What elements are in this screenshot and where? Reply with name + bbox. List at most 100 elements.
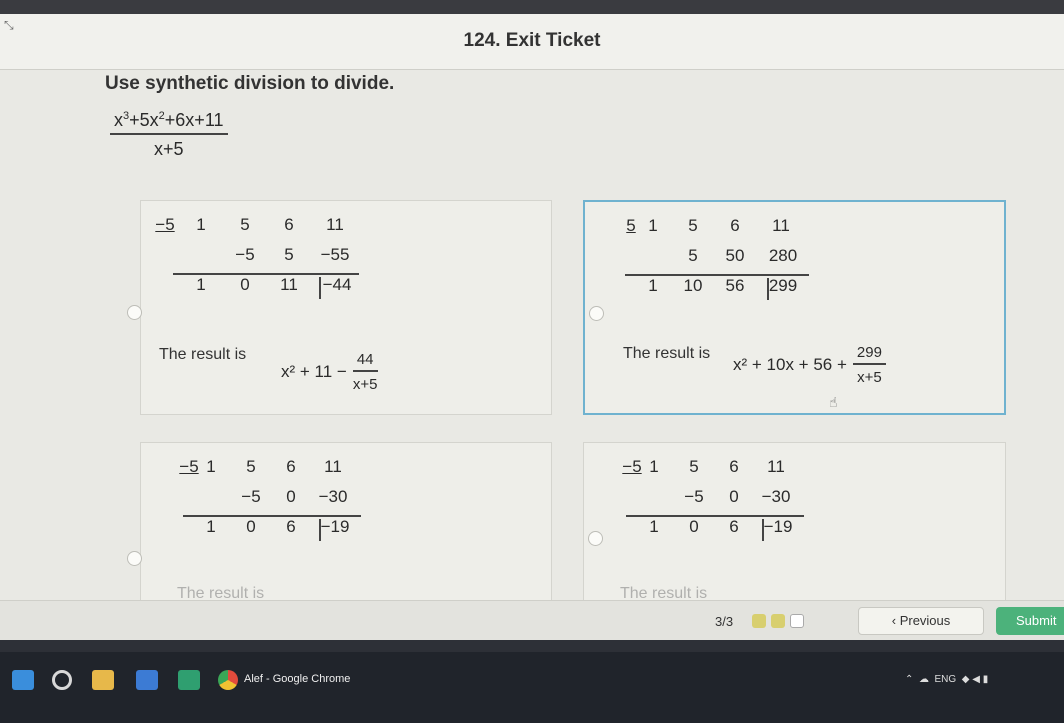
coefficient: 6 xyxy=(730,216,740,235)
question-numerator: x3+5x2+6x+11 xyxy=(110,110,228,135)
cloud-icon[interactable]: ☁ xyxy=(919,674,929,685)
coefficient: 5 xyxy=(688,216,698,235)
coefficient: 6 xyxy=(284,215,294,234)
navigation-bar: 3/3 ‹ Previous Submit xyxy=(0,600,1064,640)
coefficient: 1 xyxy=(649,457,659,476)
question-fraction: x3+5x2+6x+11 x+5 xyxy=(110,110,228,160)
remainder-bar xyxy=(319,519,321,541)
divisor-root: −5 xyxy=(155,215,175,234)
screen-band xyxy=(0,640,1064,652)
option-b-radio[interactable] xyxy=(589,306,604,321)
coefficient: 6 xyxy=(729,457,739,476)
result-polynomial: x² + 10x + 56 + xyxy=(733,355,847,374)
chrome-icon[interactable] xyxy=(218,670,238,690)
previous-button[interactable]: ‹ Previous xyxy=(858,607,984,635)
result-label: The result is xyxy=(623,345,711,362)
option-d-radio[interactable] xyxy=(588,531,603,546)
quotient-value: 56 xyxy=(725,276,745,295)
submit-button[interactable]: Submit xyxy=(996,607,1064,635)
answer-option-b[interactable]: 5 1 5 6 11 5 50 280 1 10 56 299 The resu… xyxy=(583,200,1006,415)
coefficient: 11 xyxy=(767,457,785,476)
quotient-value: 1 xyxy=(196,275,206,294)
remainder-value: −19 xyxy=(763,517,793,536)
remainder-bar xyxy=(762,519,764,541)
answer-option-a[interactable]: −5 1 5 6 11 −5 5 −55 1 0 11 −44 The resu… xyxy=(127,200,552,415)
title-bar: ⤡ 124. Exit Ticket xyxy=(0,14,1064,70)
result-polynomial: x² + 11 − xyxy=(281,362,347,381)
quotient-value: 0 xyxy=(689,517,699,536)
hand-cursor-icon: ☝ xyxy=(829,394,838,410)
result-fraction-denominator: x+5 xyxy=(857,369,882,386)
remainder-bar xyxy=(767,278,769,300)
previous-label: Previous xyxy=(899,613,951,628)
question-area: Use synthetic division to divide. x3+5x2… xyxy=(0,70,1064,602)
quotient-value: 1 xyxy=(649,517,659,536)
result-fraction: 44 x+5 xyxy=(352,351,378,393)
coefficient: 11 xyxy=(324,457,342,476)
coefficient: 5 xyxy=(240,215,250,234)
quotient-value: 1 xyxy=(206,517,216,536)
app-icon[interactable] xyxy=(136,670,158,690)
middle-value: −5 xyxy=(684,487,704,506)
result-fraction-numerator: 44 xyxy=(352,351,378,372)
remainder-bar xyxy=(319,277,321,299)
taskbar-window-label[interactable]: Alef - Google Chrome xyxy=(244,673,350,685)
coefficient: 1 xyxy=(648,216,658,235)
coefficient: 1 xyxy=(206,457,216,476)
result-expression-b: x² + 10x + 56 + 299 x+5 xyxy=(733,344,886,386)
question-denominator: x+5 xyxy=(153,139,184,159)
quotient-value: 0 xyxy=(240,275,250,294)
taskbar: Alef - Google Chrome ⌃ ☁ ENG ◆ ◀ ▮ xyxy=(0,652,1064,723)
page-title: 124. Exit Ticket xyxy=(463,30,601,51)
middle-value: 5 xyxy=(688,246,698,265)
wifi-icon[interactable]: ◆ xyxy=(962,674,970,685)
result-fraction-numerator: 299 xyxy=(852,344,886,365)
middle-value: −55 xyxy=(320,245,350,264)
middle-value: −5 xyxy=(235,245,255,264)
system-tray[interactable]: ⌃ ☁ ENG ◆ ◀ ▮ xyxy=(905,674,988,685)
result-fraction-denominator: x+5 xyxy=(352,376,378,393)
option-a-radio[interactable] xyxy=(127,305,142,320)
coefficient: 11 xyxy=(772,216,790,235)
search-icon[interactable] xyxy=(52,670,72,690)
quotient-value: 0 xyxy=(246,517,256,536)
quotient-value: 10 xyxy=(683,276,703,295)
app-icon[interactable] xyxy=(178,670,200,690)
synthetic-division-c: −5 1 5 6 11 −5 0 −30 1 0 6 −19 xyxy=(171,453,391,543)
answer-option-d[interactable]: −5 1 5 6 11 −5 0 −30 1 0 6 −19 The resul… xyxy=(583,442,1006,602)
file-explorer-icon[interactable] xyxy=(92,670,114,690)
battery-icon[interactable]: ▮ xyxy=(983,674,989,685)
progress-dot[interactable] xyxy=(790,614,804,628)
remainder-value: −19 xyxy=(320,517,350,536)
coefficient: 6 xyxy=(286,457,296,476)
progress-dot[interactable] xyxy=(771,614,785,628)
chevron-up-icon[interactable]: ⌃ xyxy=(905,674,913,685)
window-top-bar xyxy=(0,0,1064,14)
synthetic-division-d: −5 1 5 6 11 −5 0 −30 1 0 6 −19 xyxy=(614,453,834,543)
answer-option-c[interactable]: −5 1 5 6 11 −5 0 −30 1 0 6 −19 The resul… xyxy=(127,442,552,602)
coefficient: 5 xyxy=(246,457,256,476)
quotient-value: 1 xyxy=(648,276,658,295)
progress-dot[interactable] xyxy=(752,614,766,628)
middle-value: 0 xyxy=(729,487,739,506)
result-label: The result is xyxy=(159,346,247,363)
result-fraction: 299 x+5 xyxy=(852,344,886,386)
synthetic-division-a: −5 1 5 6 11 −5 5 −55 1 0 11 −44 xyxy=(147,211,367,301)
middle-value: 0 xyxy=(286,487,296,506)
language-indicator[interactable]: ENG xyxy=(935,674,957,685)
quotient-value: 11 xyxy=(280,275,298,294)
remainder-value: −44 xyxy=(322,275,352,294)
option-c-radio[interactable] xyxy=(127,551,142,566)
question-instruction: Use synthetic division to divide. xyxy=(105,73,395,94)
synthetic-division-b: 5 1 5 6 11 5 50 280 1 10 56 299 xyxy=(613,212,833,302)
volume-icon[interactable]: ◀ xyxy=(972,674,980,685)
middle-value: 5 xyxy=(284,245,294,264)
middle-value: −30 xyxy=(761,487,791,506)
quotient-value: 6 xyxy=(286,517,296,536)
middle-value: −30 xyxy=(318,487,348,506)
quotient-value: 6 xyxy=(729,517,739,536)
coefficient: 1 xyxy=(196,215,206,234)
remainder-value: 299 xyxy=(768,276,798,295)
start-menu-icon[interactable] xyxy=(12,670,34,690)
coefficient: 5 xyxy=(689,457,699,476)
